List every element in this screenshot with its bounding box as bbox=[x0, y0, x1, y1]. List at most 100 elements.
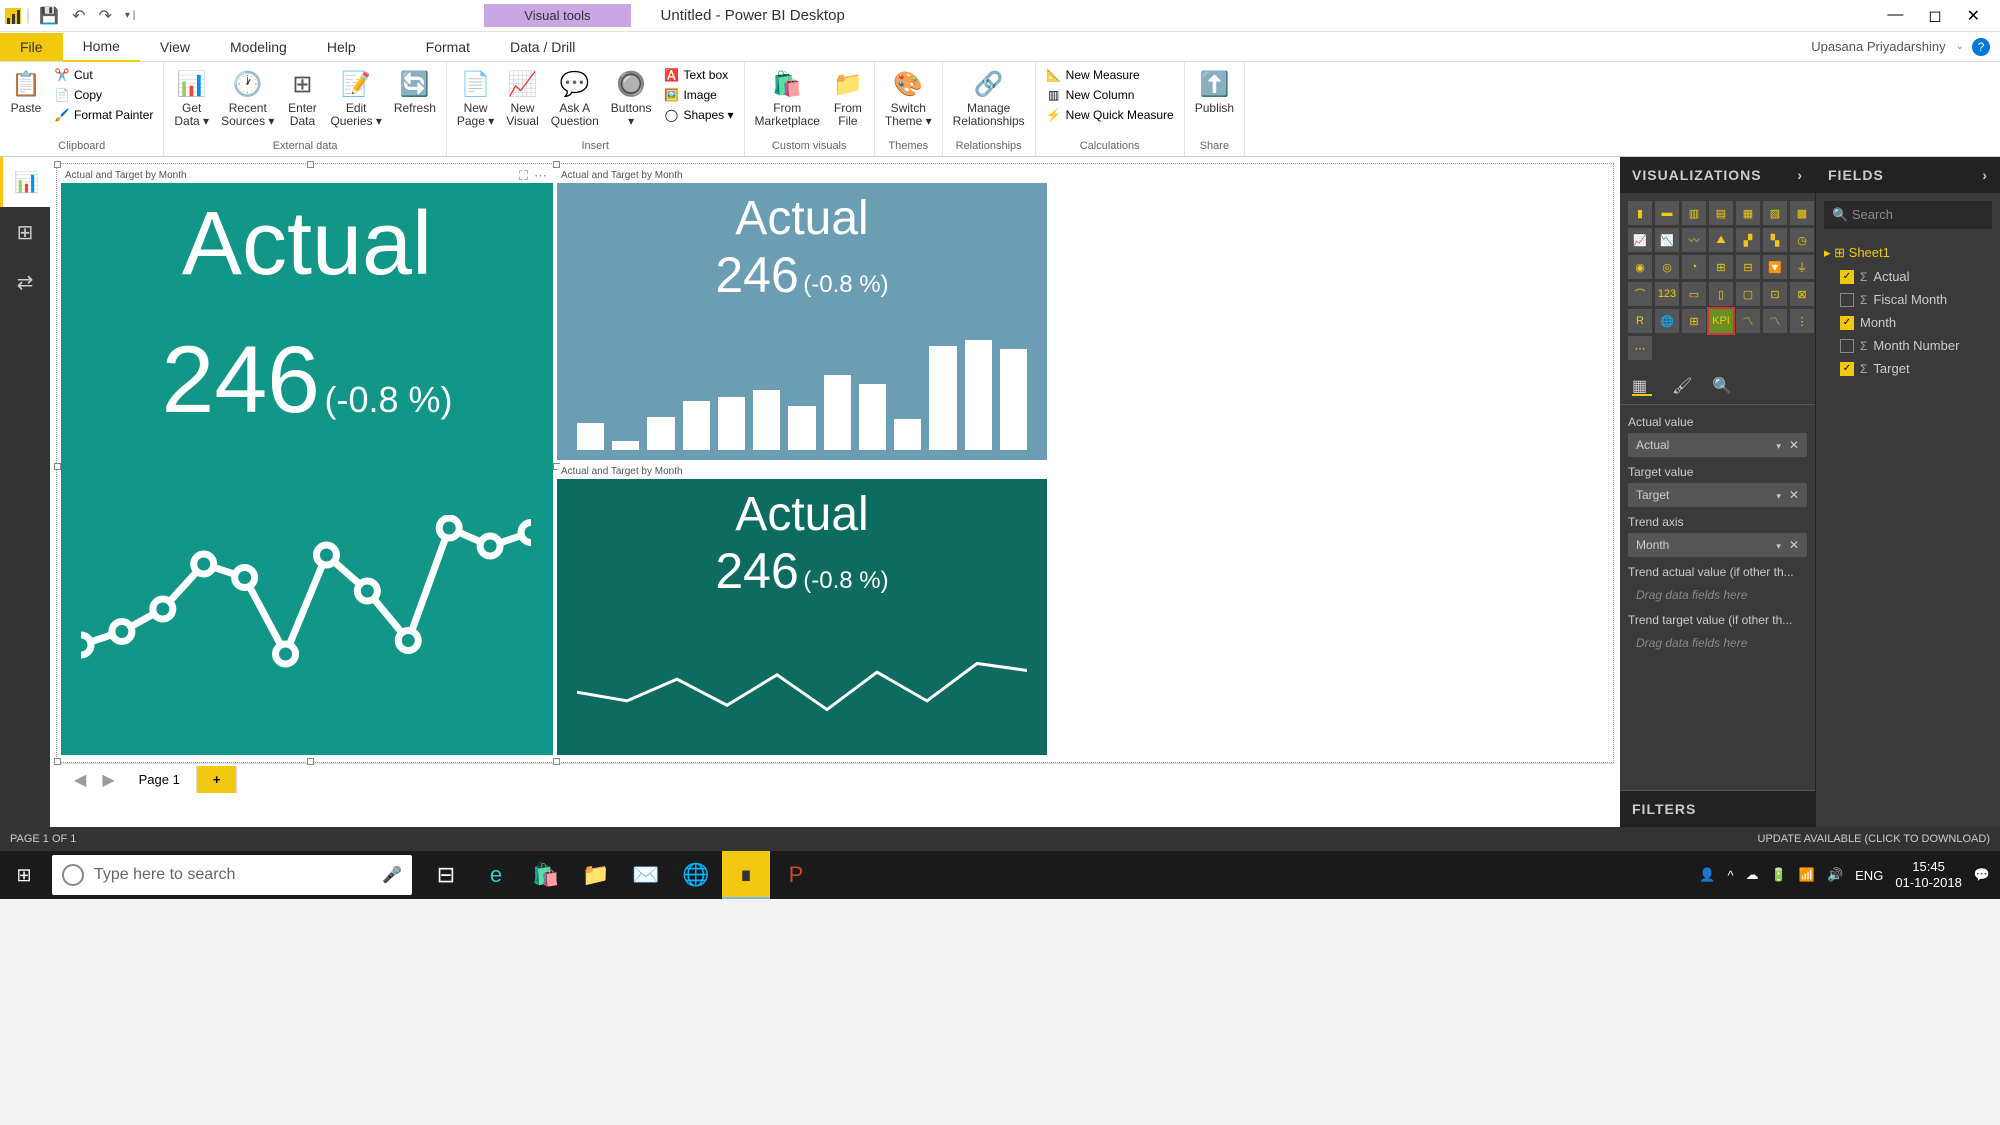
battery-icon[interactable]: 🔋 bbox=[1771, 867, 1787, 883]
checkbox-icon[interactable] bbox=[1840, 293, 1854, 307]
viz-type-icon[interactable]: 〰 bbox=[1682, 228, 1706, 252]
viz-type-icon[interactable]: ▥ bbox=[1682, 201, 1706, 225]
kpi-visual-1[interactable]: Actual and Target by Month ⛶ ⋯ Actual 24… bbox=[61, 168, 553, 758]
menu-data-drill[interactable]: Data / Drill bbox=[490, 33, 595, 61]
minimize-icon[interactable]: — bbox=[1887, 6, 1903, 26]
update-available[interactable]: UPDATE AVAILABLE (CLICK TO DOWNLOAD) bbox=[1758, 833, 1990, 845]
model-view-icon[interactable]: ⇄ bbox=[0, 257, 50, 307]
viz-type-icon[interactable]: ▢ bbox=[1736, 282, 1760, 306]
menu-view[interactable]: View bbox=[140, 33, 210, 61]
viz-type-icon[interactable]: ⋮ bbox=[1790, 309, 1814, 333]
checkbox-icon[interactable]: ✓ bbox=[1840, 362, 1854, 376]
switch-theme-button[interactable]: 🎨Switch Theme ▾ bbox=[883, 66, 934, 130]
qat-dropdown-icon[interactable]: ▾ | bbox=[121, 8, 139, 23]
format-painter-button[interactable]: 🖌️Format Painter bbox=[52, 106, 155, 124]
report-canvas[interactable]: Actual and Target by Month ⛶ ⋯ Actual 24… bbox=[50, 157, 1620, 827]
cut-button[interactable]: ✂️Cut bbox=[52, 66, 155, 84]
new-quick-measure-button[interactable]: ⚡New Quick Measure bbox=[1044, 106, 1176, 124]
viz-type-icon[interactable]: ⊞ bbox=[1682, 309, 1706, 333]
well-empty[interactable]: Drag data fields here bbox=[1628, 583, 1807, 607]
mic-icon[interactable]: 🎤 bbox=[382, 865, 402, 885]
page-prev-icon[interactable]: ◀ bbox=[66, 766, 94, 794]
viz-type-icon[interactable]: ▭ bbox=[1682, 282, 1706, 306]
buttons-button[interactable]: 🔘Buttons ▾ bbox=[609, 66, 654, 130]
viz-type-icon[interactable]: ◉ bbox=[1628, 255, 1652, 279]
start-button[interactable]: ⊞ bbox=[0, 851, 48, 899]
viz-type-icon[interactable]: 🔽 bbox=[1763, 255, 1787, 279]
format-tab-icon[interactable]: 🖌 bbox=[1672, 376, 1692, 396]
field-item[interactable]: ✓ΣActual bbox=[1824, 265, 1992, 288]
viz-type-icon[interactable]: ▨ bbox=[1763, 201, 1787, 225]
checkbox-icon[interactable]: ✓ bbox=[1840, 316, 1854, 330]
viz-type-icon[interactable]: ⊡ bbox=[1763, 282, 1787, 306]
focus-mode-icon[interactable]: ⛶ bbox=[519, 168, 528, 184]
field-table-sheet1[interactable]: ▸ ⊞ Sheet1 bbox=[1824, 241, 1992, 265]
viz-type-icon[interactable]: ⊟ bbox=[1736, 255, 1760, 279]
clock[interactable]: 15:45 01-10-2018 bbox=[1895, 859, 1962, 890]
new-column-button[interactable]: ▥New Column bbox=[1044, 86, 1176, 104]
copy-button[interactable]: 📄Copy bbox=[52, 86, 155, 104]
enter-data-button[interactable]: ⊞Enter Data bbox=[284, 66, 320, 130]
fields-search[interactable]: 🔍 Search bbox=[1824, 201, 1992, 229]
viz-type-icon[interactable]: ⏚ bbox=[1790, 255, 1814, 279]
textbox-button[interactable]: 🅰️Text box bbox=[661, 66, 735, 84]
field-item[interactable]: ✓ΣTarget bbox=[1824, 357, 1992, 380]
manage-relationships-button[interactable]: 🔗Manage Relationships bbox=[951, 66, 1027, 130]
language-indicator[interactable]: ENG bbox=[1855, 868, 1883, 883]
report-view-icon[interactable]: 📊 bbox=[0, 157, 50, 207]
image-button[interactable]: 🖼️Image bbox=[661, 86, 735, 104]
well-empty[interactable]: Drag data fields here bbox=[1628, 631, 1807, 655]
viz-type-icon[interactable]: 📈 bbox=[1628, 228, 1652, 252]
notifications-icon[interactable]: 💬 bbox=[1974, 867, 1990, 883]
task-view-icon[interactable]: ⊟ bbox=[422, 851, 470, 899]
wifi-icon[interactable]: 📶 bbox=[1799, 867, 1815, 883]
menu-format[interactable]: Format bbox=[406, 33, 490, 61]
kpi-visual-2[interactable]: Actual and Target by Month Actual 246 (-… bbox=[557, 168, 1047, 463]
viz-type-icon[interactable]: ⋯ bbox=[1628, 336, 1652, 360]
chrome-icon[interactable]: 🌐 bbox=[672, 851, 720, 899]
new-visual-button[interactable]: 📈New Visual bbox=[504, 66, 540, 130]
viz-type-icon[interactable]: ▞ bbox=[1736, 228, 1760, 252]
checkbox-icon[interactable] bbox=[1840, 339, 1854, 353]
shapes-button[interactable]: ◯Shapes ▾ bbox=[661, 106, 735, 124]
page-tab-1[interactable]: Page 1 bbox=[123, 766, 197, 793]
new-measure-button[interactable]: 📐New Measure bbox=[1044, 66, 1176, 84]
mail-icon[interactable]: ✉️ bbox=[622, 851, 670, 899]
store-icon[interactable]: 🛍️ bbox=[522, 851, 570, 899]
viz-type-icon[interactable]: ⛰ bbox=[1709, 228, 1733, 252]
new-page-button[interactable]: 📄New Page ▾ bbox=[455, 66, 496, 130]
file-menu[interactable]: File bbox=[0, 33, 63, 61]
undo-icon[interactable]: ↶ bbox=[68, 4, 89, 28]
viz-type-icon[interactable]: 123 bbox=[1655, 282, 1679, 306]
collapse-icon[interactable]: › bbox=[1797, 167, 1803, 183]
kpi-visual-3[interactable]: Actual and Target by Month Actual 246 (-… bbox=[557, 464, 1047, 758]
viz-type-icon[interactable]: KPI bbox=[1709, 309, 1733, 333]
viz-type-icon[interactable]: ◎ bbox=[1655, 255, 1679, 279]
field-item[interactable]: ✓Month bbox=[1824, 311, 1992, 334]
maximize-icon[interactable]: ◻ bbox=[1928, 6, 1941, 26]
viz-type-icon[interactable]: ◷ bbox=[1790, 228, 1814, 252]
data-view-icon[interactable]: ⊞ bbox=[0, 207, 50, 257]
redo-icon[interactable]: ↷ bbox=[94, 4, 115, 28]
recent-sources-button[interactable]: 🕐Recent Sources ▾ bbox=[219, 66, 276, 130]
well-target-pill[interactable]: Target▾✕ bbox=[1628, 483, 1807, 507]
well-trend-pill[interactable]: Month▾✕ bbox=[1628, 533, 1807, 557]
viz-type-icon[interactable]: 📉 bbox=[1655, 228, 1679, 252]
user-dropdown-icon[interactable]: ⌄ bbox=[1956, 41, 1964, 52]
menu-home[interactable]: Home bbox=[63, 32, 140, 62]
checkbox-icon[interactable]: ✓ bbox=[1840, 270, 1854, 284]
taskbar-search[interactable]: Type here to search 🎤 bbox=[52, 855, 412, 895]
people-icon[interactable]: 👤 bbox=[1699, 867, 1715, 883]
paste-button[interactable]: 📋Paste bbox=[8, 66, 44, 117]
add-page-button[interactable]: + bbox=[197, 766, 238, 793]
save-icon[interactable]: 💾 bbox=[35, 4, 63, 28]
user-name[interactable]: Upasana Priyadarshiny bbox=[1811, 39, 1955, 54]
viz-type-icon[interactable]: ▯ bbox=[1709, 282, 1733, 306]
viz-type-icon[interactable]: ▮ bbox=[1628, 201, 1652, 225]
field-item[interactable]: ΣFiscal Month bbox=[1824, 288, 1992, 311]
collapse-icon[interactable]: › bbox=[1982, 167, 1988, 183]
viz-type-icon[interactable]: R bbox=[1628, 309, 1652, 333]
viz-type-icon[interactable]: ▩ bbox=[1790, 201, 1814, 225]
viz-type-icon[interactable]: ⌒ bbox=[1628, 282, 1652, 306]
viz-type-icon[interactable]: ⊠ bbox=[1790, 282, 1814, 306]
